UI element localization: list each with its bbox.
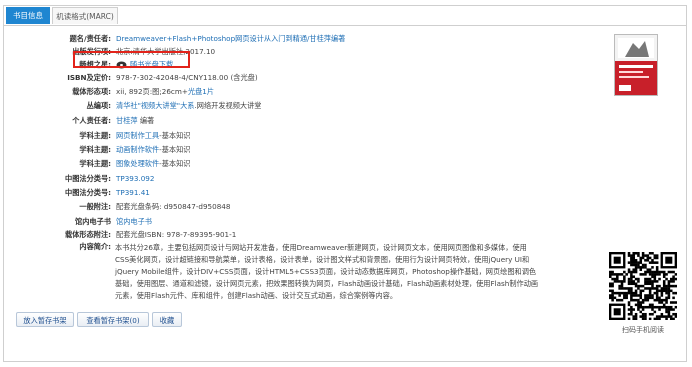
- tab-bar: 书目信息 机读格式(MARC): [4, 6, 686, 26]
- tab-book-info[interactable]: 书目信息: [6, 7, 50, 24]
- qr-code-graphic: [609, 252, 678, 321]
- highlight-box: [73, 51, 190, 68]
- field-author: 个人责任者: 甘桂萍 编著: [0, 115, 600, 126]
- field-label: 馆内电子书: [75, 217, 111, 226]
- field-label: 载体形态附注:: [65, 230, 111, 239]
- field-label: 学科主题:: [79, 145, 111, 154]
- field-series: 丛编项: 清华社"视频大讲堂"大系.网络开发视频大讲堂: [0, 100, 600, 111]
- summary-label: 内容简介:: [79, 242, 111, 251]
- field-label: 学科主题:: [79, 131, 111, 140]
- field-subject: 学科主题: 网页制作工具-基本知识: [0, 130, 600, 141]
- subject-link[interactable]: 动画制作软件: [116, 145, 159, 154]
- summary-text: 本书共分26章，主要包括网页设计与网站开发准备，使用Dreamweaver新建网…: [115, 243, 539, 300]
- field-value: -基本知识: [159, 131, 191, 140]
- field-isbn: ISBN及定价: 978-7-302-42048-4/CNY118.00 (含光…: [0, 72, 600, 83]
- field-ebook: 馆内电子书 馆内电子书: [0, 216, 600, 227]
- tab-marc[interactable]: 机读格式(MARC): [52, 7, 118, 24]
- series-link[interactable]: 清华社"视频大讲堂"大系: [116, 101, 195, 110]
- field-value: 配套光盘条码: d950847-d950848: [116, 202, 231, 211]
- field-label: 题名/责任者:: [69, 34, 111, 43]
- field-label: 学科主题:: [79, 159, 111, 168]
- cover-art: [615, 35, 657, 95]
- favorite-button[interactable]: 收藏: [152, 312, 182, 327]
- field-title-resp: 题名/责任者: Dreamweaver+Flash+Photoshop网页设计从…: [0, 33, 600, 44]
- add-to-shelf-button[interactable]: 放入暂存书架: [16, 312, 74, 327]
- ebook-link[interactable]: 馆内电子书: [116, 216, 152, 227]
- field-value: -基本知识: [159, 159, 191, 168]
- field-label: 中图法分类号:: [65, 174, 111, 183]
- field-clc: 中图法分类号: TP391.41: [0, 187, 600, 198]
- field-label: 中图法分类号:: [65, 188, 111, 197]
- field-clc: 中图法分类号: TP393.092: [0, 173, 600, 184]
- field-label: 丛编项:: [86, 101, 111, 110]
- field-general-note: 一般附注: 配套光盘条码: d950847-d950848: [0, 201, 600, 212]
- qr-caption: 扫码手机阅读: [622, 326, 664, 334]
- field-value: 编著: [137, 116, 155, 125]
- title-link[interactable]: Dreamweaver+Flash+Photoshop网页设计从入门到精通/甘桂…: [116, 33, 345, 44]
- field-physical: 载体形态项: xii, 892页:图;26cm+光盘1片: [0, 86, 600, 97]
- field-carrier-note: 载体形态附注: 配套光盘ISBN: 978-7-89395-901-1: [0, 229, 600, 240]
- field-subject: 学科主题: 动画制作软件-基本知识: [0, 144, 600, 155]
- field-value: -基本知识: [159, 145, 191, 154]
- field-value: .网络开发视频大讲堂: [194, 101, 262, 110]
- field-value: 配套光盘ISBN: 978-7-89395-901-1: [116, 230, 237, 239]
- field-label: 个人责任者:: [72, 116, 111, 125]
- view-shelf-button[interactable]: 查看暂存书架(0): [77, 312, 149, 327]
- field-subject: 学科主题: 图象处理软件-基本知识: [0, 158, 600, 169]
- field-value: xii, 892页:图;26cm+: [116, 87, 188, 96]
- qr-code: [609, 252, 678, 321]
- book-cover-image[interactable]: [614, 34, 658, 96]
- field-value: 978-7-302-42048-4/CNY118.00 (含光盘): [116, 73, 258, 82]
- field-label: ISBN及定价:: [67, 73, 111, 82]
- cd-link[interactable]: 光盘1片: [188, 87, 214, 96]
- field-label: 载体形态项:: [72, 87, 111, 96]
- clc-link[interactable]: TP393.092: [116, 173, 154, 184]
- subject-link[interactable]: 网页制作工具: [116, 131, 159, 140]
- author-link[interactable]: 甘桂萍: [116, 116, 138, 125]
- field-label: 一般附注:: [79, 202, 111, 211]
- subject-link[interactable]: 图象处理软件: [116, 159, 159, 168]
- clc-link[interactable]: TP391.41: [116, 187, 150, 198]
